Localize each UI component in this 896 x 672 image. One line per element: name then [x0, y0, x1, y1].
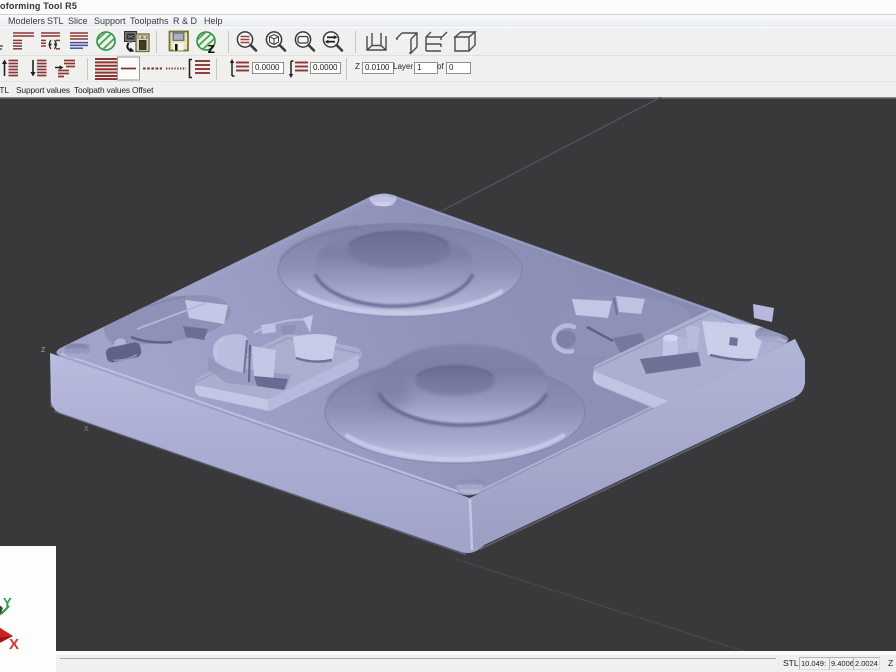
svg-text:z: z: [208, 40, 216, 56]
svg-text:z: z: [41, 344, 46, 354]
svg-text:x: x: [84, 423, 89, 433]
svg-text:X: X: [9, 636, 19, 653]
